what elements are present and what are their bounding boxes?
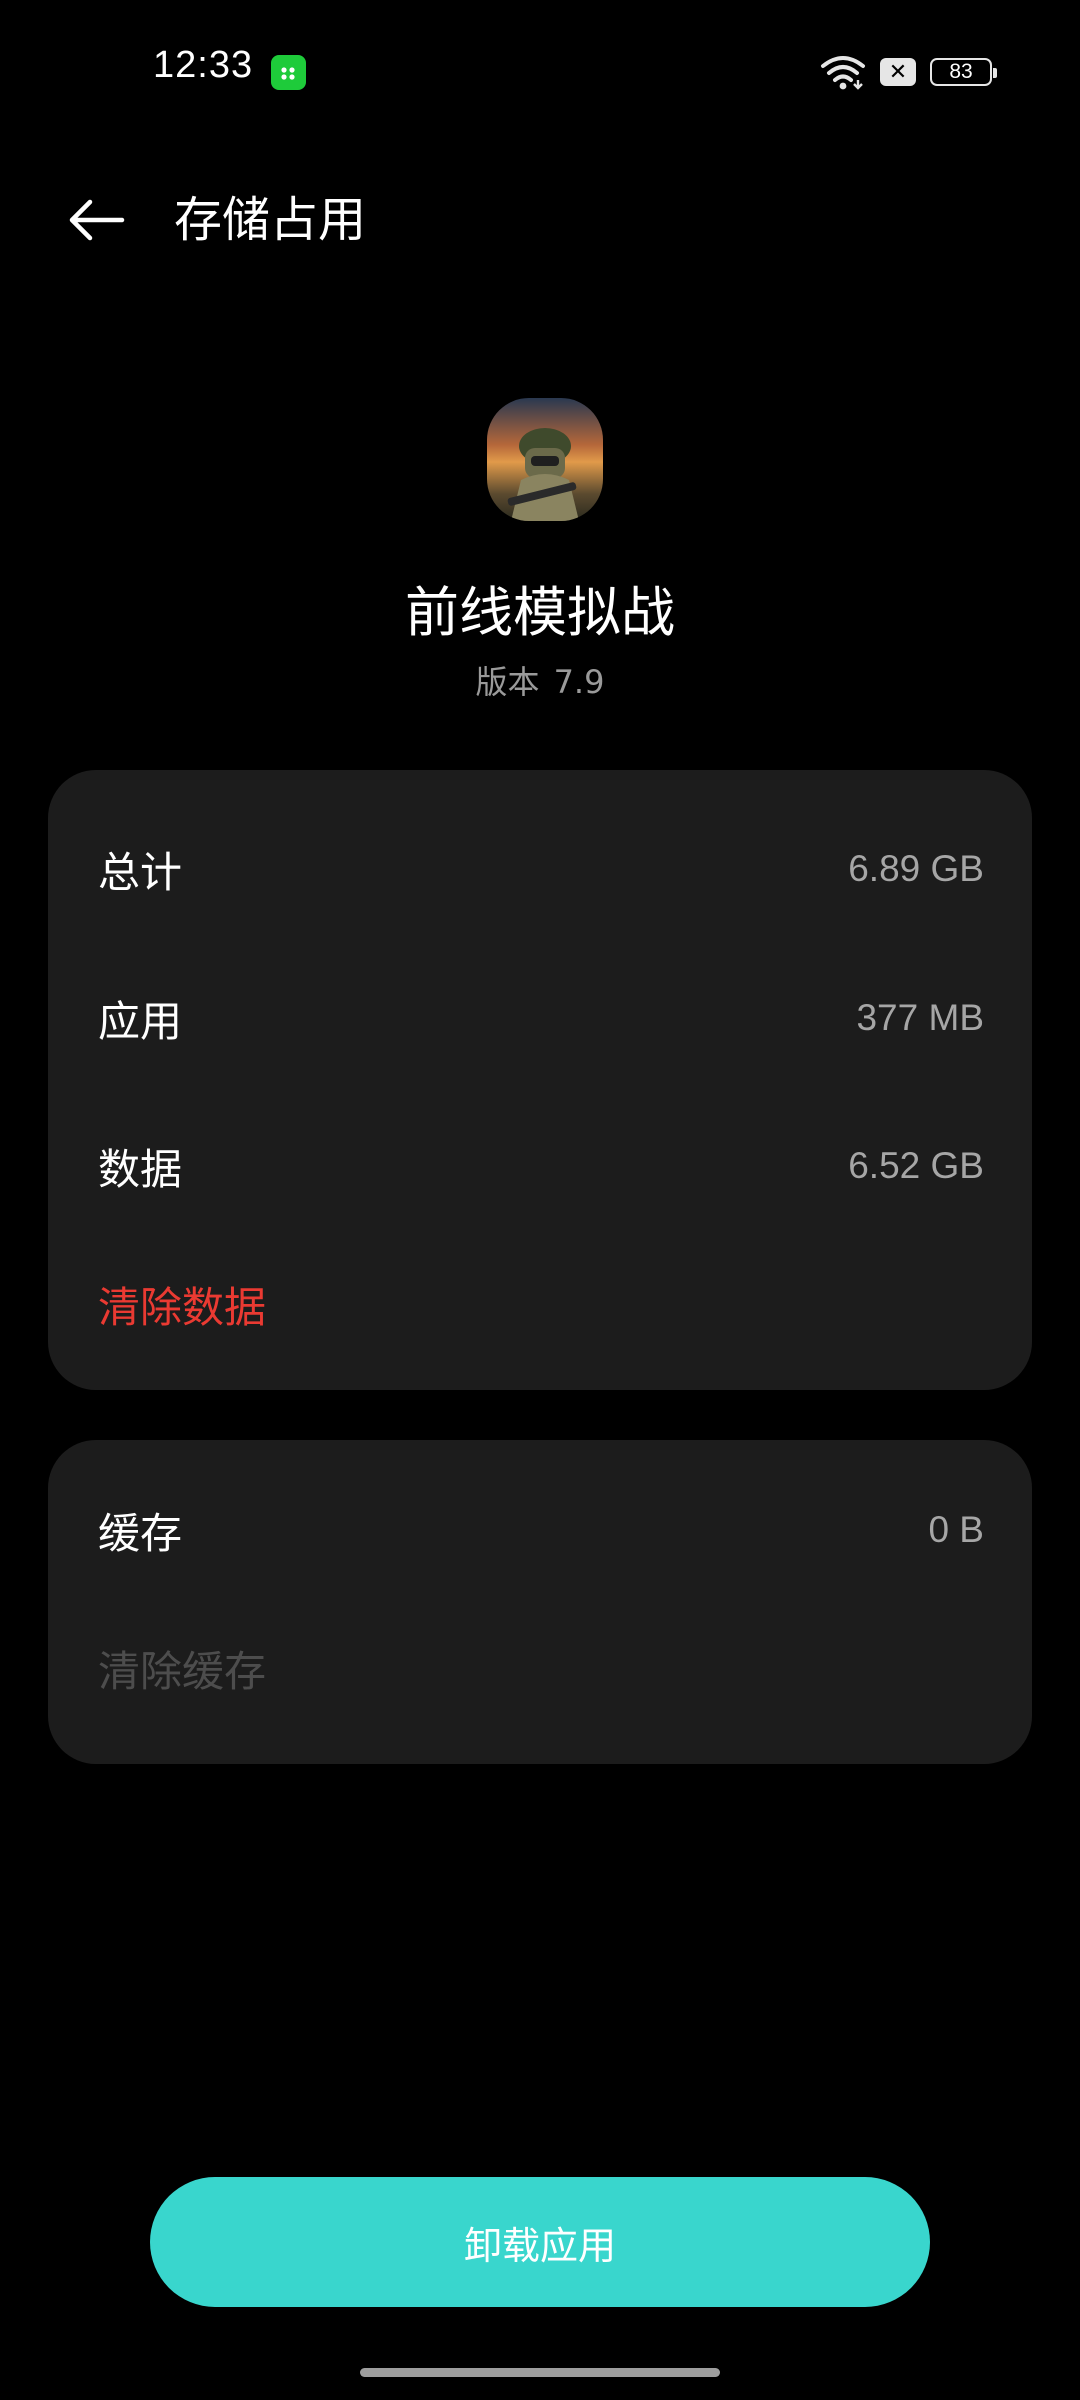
storage-row-app: 应用 377 MB bbox=[98, 978, 984, 1058]
back-button[interactable] bbox=[56, 180, 136, 260]
storage-card: 总计 6.89 GB 应用 377 MB 数据 6.52 GB 清除数据 bbox=[48, 770, 1032, 1390]
storage-row-total: 总计 6.89 GB bbox=[98, 829, 984, 909]
battery-level: 83 bbox=[949, 60, 973, 83]
version-number: 7.9 bbox=[553, 663, 605, 701]
cache-card: 缓存 0 B 清除缓存 bbox=[48, 1440, 1032, 1764]
page-title: 存储占用 bbox=[174, 192, 367, 248]
back-arrow-icon bbox=[69, 199, 125, 241]
storage-row-value: 6.89 GB bbox=[848, 848, 984, 889]
status-time: 12:33 bbox=[153, 44, 254, 86]
cache-label: 缓存 bbox=[98, 1508, 183, 1558]
battery-icon: 83 bbox=[930, 58, 997, 86]
cache-row: 缓存 0 B bbox=[98, 1490, 984, 1570]
clear-cache-button[interactable]: 清除缓存 bbox=[98, 1628, 266, 1708]
storage-row-label: 总计 bbox=[98, 847, 183, 897]
storage-row-value: 377 MB bbox=[856, 997, 984, 1038]
storage-row-label: 数据 bbox=[98, 1144, 183, 1194]
clear-data-button[interactable]: 清除数据 bbox=[98, 1264, 266, 1344]
status-icons: ✕ 83 bbox=[820, 52, 997, 92]
sim-x-icon: ✕ bbox=[880, 58, 916, 86]
status-bar: 12:33 ✕ 83 bbox=[0, 0, 1080, 140]
home-indicator[interactable] bbox=[360, 2368, 720, 2377]
app-version: 版本 7.9 bbox=[0, 660, 1080, 704]
storage-row-data: 数据 6.52 GB bbox=[98, 1126, 984, 1206]
version-label: 版本 bbox=[475, 663, 540, 701]
uninstall-button[interactable]: 卸载应用 bbox=[150, 2177, 930, 2307]
app-notification-icon bbox=[271, 55, 306, 90]
storage-row-label: 应用 bbox=[98, 996, 183, 1046]
app-name: 前线模拟战 bbox=[405, 581, 675, 644]
wifi-icon bbox=[820, 54, 866, 90]
app-icon bbox=[487, 398, 603, 521]
storage-row-value: 6.52 GB bbox=[848, 1145, 984, 1186]
cache-value: 0 B bbox=[928, 1509, 984, 1550]
